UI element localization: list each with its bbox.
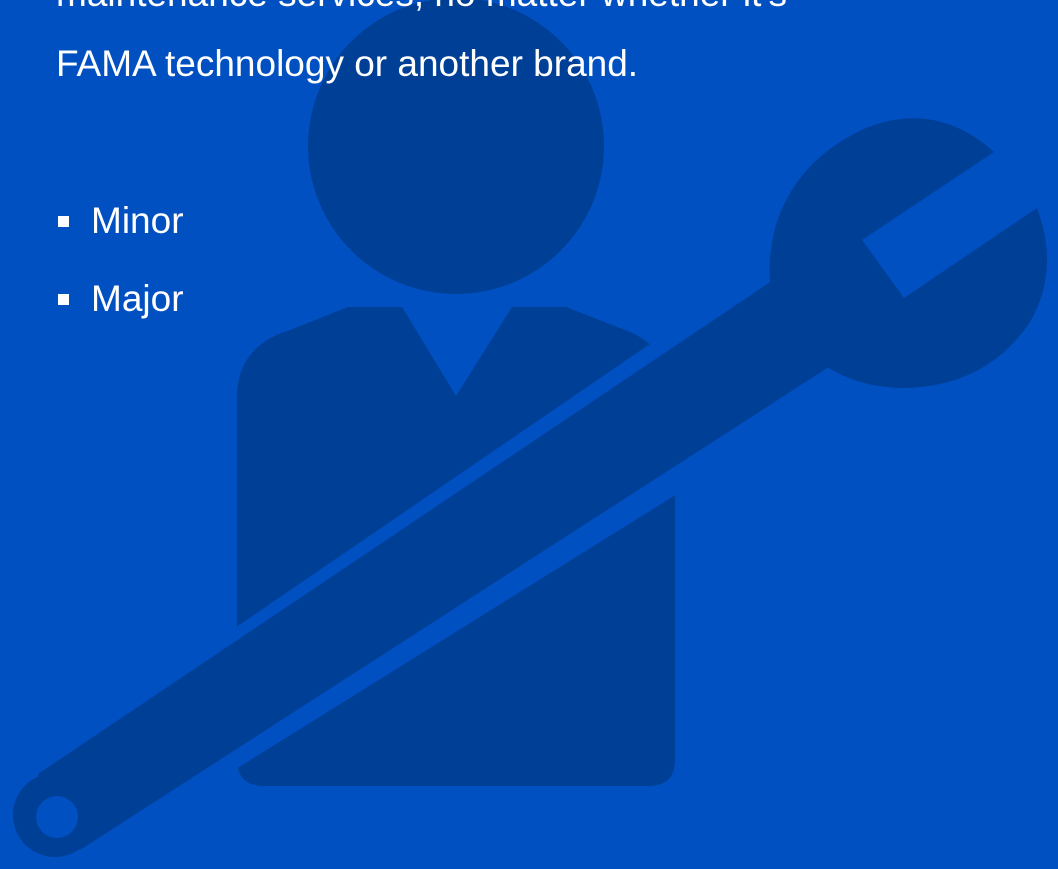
service-type-list: Minor Major <box>58 195 184 351</box>
intro-text-line-2: FAMA technology or another brand. <box>56 43 639 84</box>
list-item-label: Minor <box>91 200 184 241</box>
intro-text-line-1: maintenance services, no matter whether … <box>56 0 787 18</box>
square-bullet-icon <box>58 215 69 227</box>
content-area: maintenance services, no matter whether … <box>0 0 1058 869</box>
list-item-major: Major <box>58 273 184 325</box>
square-bullet-icon <box>58 293 69 305</box>
list-item-label: Major <box>91 278 184 319</box>
list-item-minor: Minor <box>58 195 184 247</box>
